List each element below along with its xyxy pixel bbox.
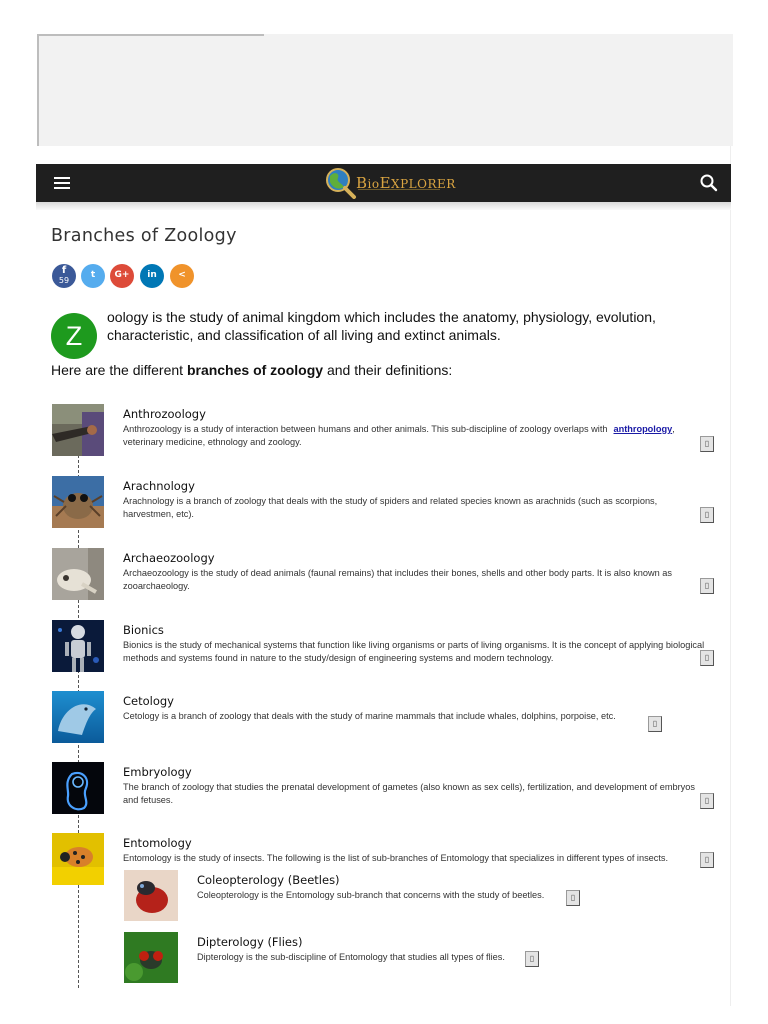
facebook-share-count: 59 [58,276,70,285]
arachnology-image [52,476,104,528]
branch-title: Cetology [123,694,174,708]
coleopterology-image [124,870,178,921]
page-title: Branches of Zoology [51,226,237,246]
entomology-image [52,833,104,885]
expand-button[interactable]: ▯ [700,578,714,594]
branch-description: Anthrozoology is a study of interaction … [123,424,675,447]
facebook-share-button[interactable]: f 59 [52,264,76,288]
embryology-image [52,762,104,814]
twitter-share-button[interactable]: t [81,264,105,288]
linkedin-icon: in [147,270,157,280]
anthropology-link[interactable]: anthropology [613,424,672,434]
hamburger-menu-icon[interactable] [52,175,72,191]
more-share-button[interactable]: < [170,264,194,288]
branch-description: Entomology is the study of insects. The … [123,853,669,863]
branch-description: Archaeozoology is the study of dead anim… [123,568,673,591]
branch-description: The branch of zoology that studies the p… [123,782,695,805]
ad-banner-border [39,34,264,36]
branches-lead: Here are the different branches of zoolo… [51,362,453,378]
branch-description: Cetology is a branch of zoology that dea… [123,711,616,721]
branch-title: Embryology [123,765,192,779]
sub-branch-title: Dipterology (Flies) [197,935,303,949]
branch-description: Bionics is the study of mechanical syste… [123,640,705,663]
expand-button[interactable]: ▯ [700,436,714,452]
google-plus-icon: G+ [114,270,130,280]
sub-branch-description: Coleopterology is the Entomology sub-bra… [197,890,545,900]
dipterology-image [124,932,178,983]
archaeozoology-image [52,548,104,600]
expand-button[interactable]: ▯ [648,716,662,732]
navbar: BioEXPLORER [36,164,731,202]
sub-branch-description: Dipterology is the sub-discipline of Ent… [197,952,505,962]
intro-text: oology is the study of animal kingdom wh… [107,309,656,343]
site-logo[interactable]: BioEXPLORER [324,167,455,199]
linkedin-share-button[interactable]: in [140,264,164,288]
anthrozoology-image [52,404,104,456]
globe-magnifier-icon [326,168,356,199]
branch-description: Arachnology is a branch of zoology that … [123,496,658,519]
ad-banner[interactable] [37,34,733,146]
bionics-image [52,620,104,672]
logo-tagline [358,189,440,190]
expand-button[interactable]: ▯ [700,507,714,523]
expand-button[interactable]: ▯ [566,890,580,906]
expand-button[interactable]: ▯ [700,793,714,809]
branch-title: Archaeozoology [123,551,215,565]
branch-title: Anthrozoology [123,407,206,421]
branch-title: Arachnology [123,479,195,493]
expand-button[interactable]: ▯ [700,650,714,666]
branch-title: Bionics [123,623,164,637]
expand-button[interactable]: ▯ [700,852,714,868]
cetology-image [52,691,104,743]
dropcap: Z [51,313,97,359]
share-icon: < [178,270,186,280]
twitter-icon: t [90,270,96,280]
search-icon[interactable] [699,173,719,193]
navbar-shadow [36,202,731,210]
expand-button[interactable]: ▯ [525,951,539,967]
sub-branch-title: Coleopterology (Beetles) [197,873,340,887]
google-plus-share-button[interactable]: G+ [110,264,134,288]
branch-title: Entomology [123,836,192,850]
